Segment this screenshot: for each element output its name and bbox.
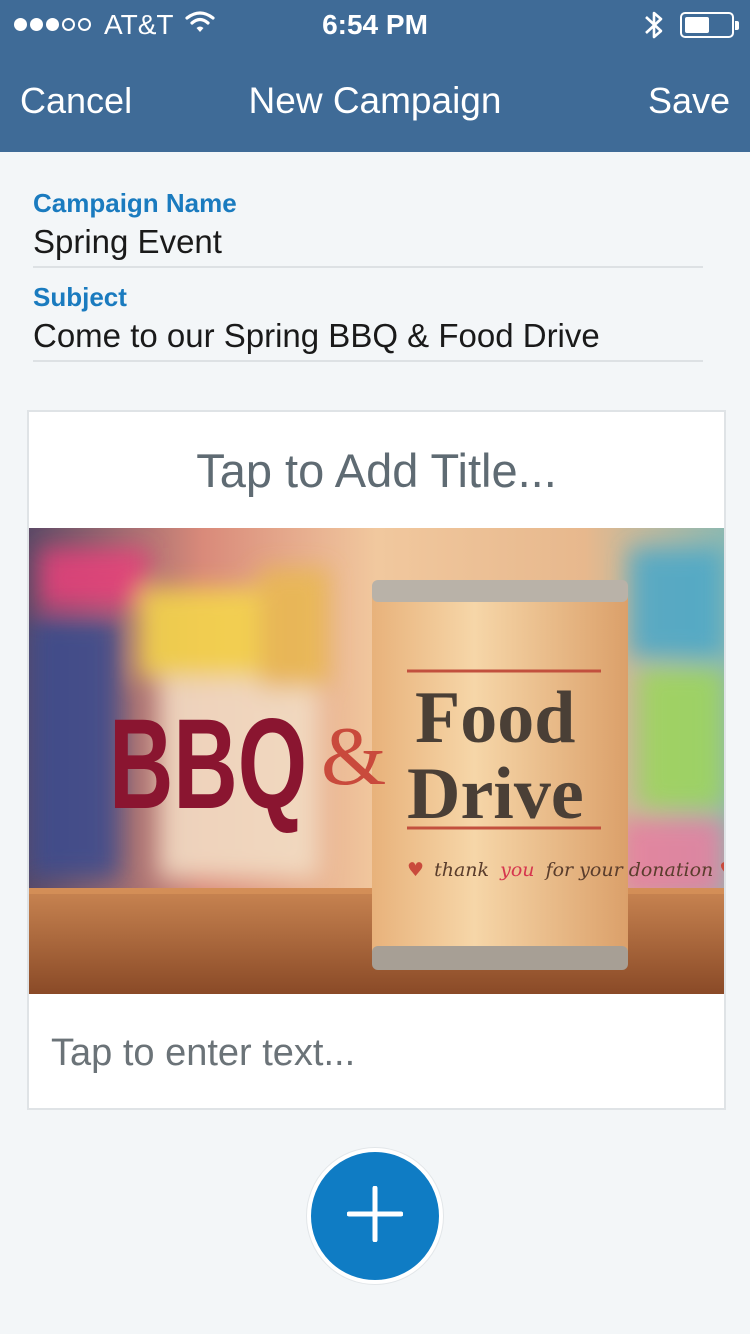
add-block-button[interactable] <box>307 1148 443 1284</box>
card-text-placeholder[interactable]: Tap to enter text... <box>51 1032 355 1075</box>
page-title: New Campaign <box>248 80 502 121</box>
can-tagline-you: you <box>499 859 534 881</box>
plus-icon <box>346 1185 404 1247</box>
subject-field[interactable]: Subject Come to our Spring BBQ & Food Dr… <box>33 282 703 362</box>
battery-icon <box>680 12 739 38</box>
campaign-image[interactable]: BBQ & Food Drive ♥ thank you for your do… <box>29 528 724 994</box>
can-text-drive: Drive <box>407 753 584 835</box>
hero-headline-bbq: BBQ <box>109 693 307 836</box>
can-tagline-thank: thank <box>434 859 489 881</box>
save-button[interactable]: Save <box>648 80 730 122</box>
can-tagline-rest: for your donation <box>544 859 714 881</box>
subject-input[interactable]: Come to our Spring BBQ & Food Drive <box>33 317 703 355</box>
campaign-name-label: Campaign Name <box>33 188 237 218</box>
campaign-content-card: Tap to Add Title... BBQ & Food Drive ♥ t… <box>27 410 726 1110</box>
app-header: AT&T 6:54 PM Cancel New Campaign Save <box>0 0 750 152</box>
campaign-name-input[interactable]: Spring Event <box>33 223 703 261</box>
hero-ampersand: & <box>321 710 386 803</box>
bluetooth-icon <box>642 8 666 49</box>
svg-text:♥ thank you: ♥ thank you for your donation ♥ <box>407 859 724 881</box>
card-title-placeholder[interactable]: Tap to Add Title... <box>29 412 724 528</box>
can-tagline-heart-right: ♥ <box>719 859 724 881</box>
campaign-name-field[interactable]: Campaign Name Spring Event <box>33 188 703 268</box>
can-tagline-heart-left: ♥ <box>407 859 424 881</box>
subject-label: Subject <box>33 282 127 312</box>
can-text-food: Food <box>415 677 575 759</box>
status-time: 6:54 PM <box>322 9 428 40</box>
status-bar: AT&T 6:54 PM <box>0 0 750 50</box>
